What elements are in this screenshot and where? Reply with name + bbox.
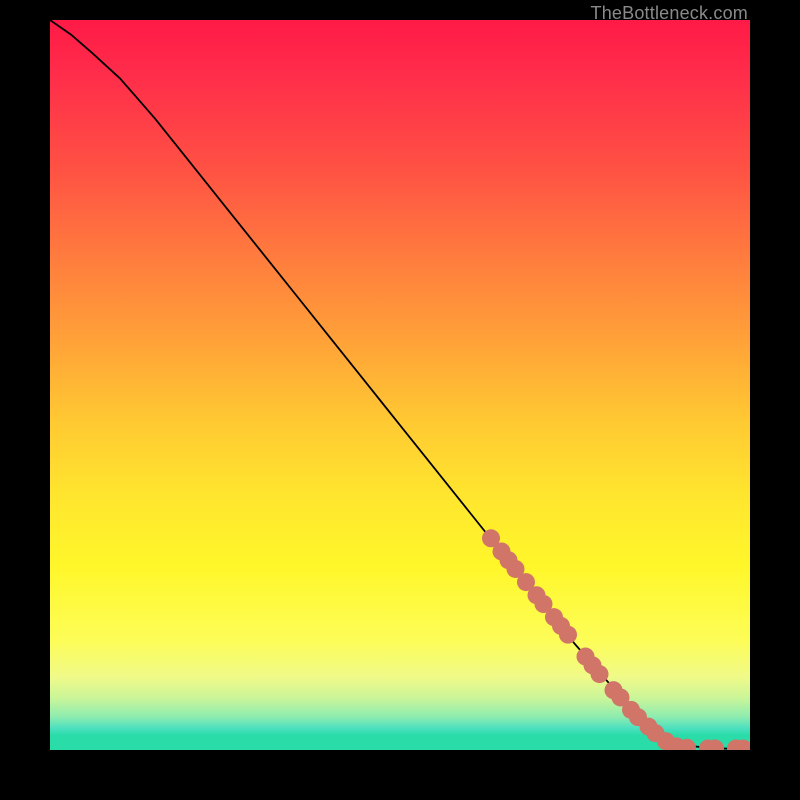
data-marker — [629, 708, 647, 726]
data-marker — [678, 739, 696, 750]
data-marker — [545, 608, 563, 626]
data-marker — [577, 648, 595, 666]
data-marker — [657, 732, 675, 750]
data-marker — [640, 718, 658, 736]
chart-container: TheBottleneck.com — [0, 0, 800, 800]
data-marker — [535, 595, 553, 613]
data-marker — [706, 740, 724, 750]
data-marker — [493, 542, 511, 560]
data-marker — [668, 737, 686, 750]
data-marker — [517, 573, 535, 591]
data-marker — [552, 617, 570, 635]
data-marker — [605, 681, 623, 699]
data-marker — [699, 740, 717, 750]
data-marker — [647, 724, 665, 742]
data-marker — [507, 560, 525, 578]
data-marker — [734, 740, 750, 750]
data-marker — [591, 665, 609, 683]
plot-area — [50, 20, 750, 750]
curve-line — [50, 20, 750, 749]
data-marker — [584, 656, 602, 674]
data-marker — [528, 586, 546, 604]
data-marker — [482, 529, 500, 547]
data-marker — [622, 701, 640, 719]
data-marker — [500, 551, 518, 569]
data-marker — [612, 688, 630, 706]
chart-svg — [50, 20, 750, 750]
data-marker — [559, 626, 577, 644]
data-marker — [727, 740, 745, 750]
